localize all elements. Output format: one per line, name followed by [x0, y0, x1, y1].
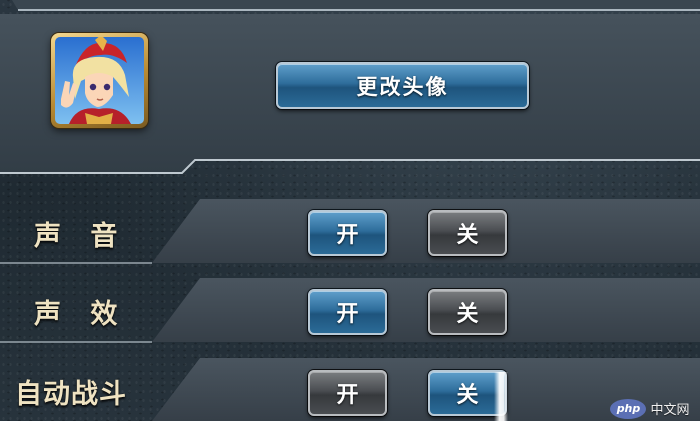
- watermark-text: 中文网: [650, 403, 690, 418]
- auto-battle-on-button[interactable]: 开: [308, 370, 387, 416]
- sound-effects-on-button[interactable]: 开: [308, 289, 387, 335]
- auto-battle-label: 自动战斗: [15, 379, 127, 410]
- sound-label: 声 音: [34, 221, 128, 252]
- auto-battle-off-label: 关: [456, 382, 479, 408]
- sound-effects-on-label: 开: [336, 301, 359, 327]
- php-logo-icon: php: [610, 398, 647, 419]
- screen-glare: [494, 372, 508, 421]
- site-watermark: php 中文网: [600, 396, 700, 421]
- sound-effects-off-button[interactable]: 关: [428, 289, 507, 335]
- auto-battle-on-label: 开: [336, 382, 359, 408]
- sound-off-label: 关: [456, 222, 479, 248]
- sound-effects-off-label: 关: [456, 301, 479, 327]
- top-panel-strip: [12, 0, 700, 11]
- hero-portrait-icon: [55, 37, 144, 124]
- change-avatar-button[interactable]: 更改头像: [276, 62, 529, 109]
- sound-off-button[interactable]: 关: [428, 210, 507, 256]
- sound-on-label: 开: [336, 222, 359, 248]
- change-avatar-label: 更改头像: [356, 73, 449, 99]
- sound-on-button[interactable]: 开: [308, 210, 387, 256]
- player-avatar[interactable]: [51, 33, 148, 128]
- sound-effects-label: 声 效: [34, 299, 128, 330]
